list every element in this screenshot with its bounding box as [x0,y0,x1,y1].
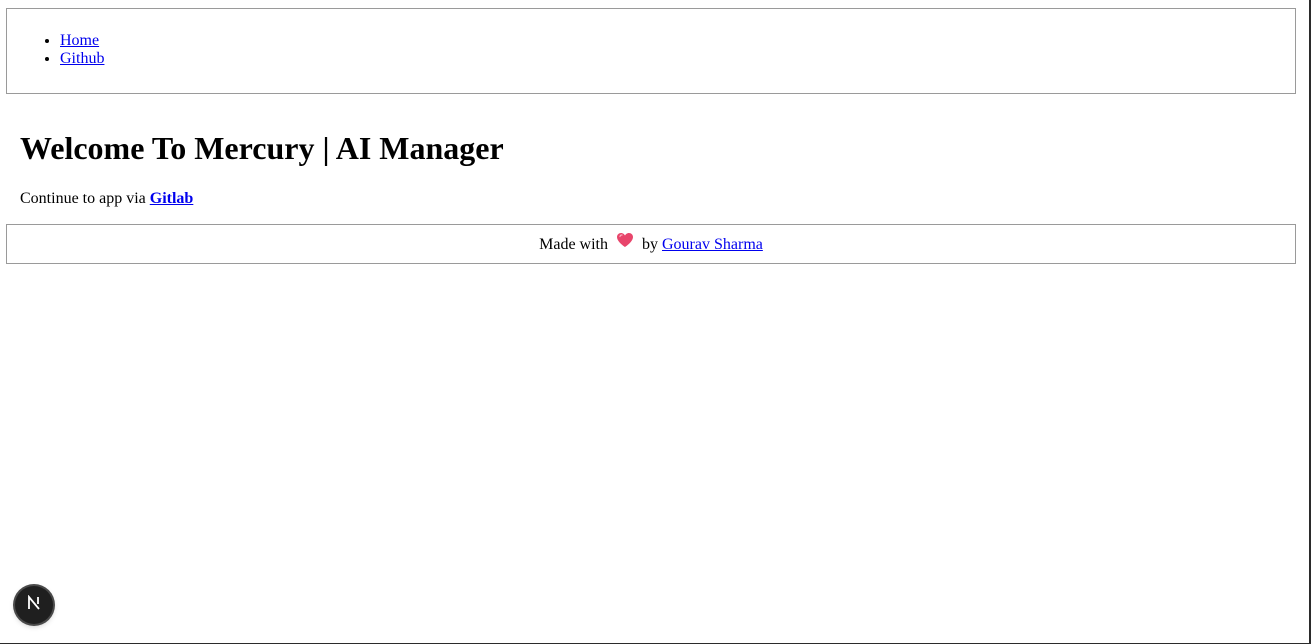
nextjs-dev-badge[interactable] [15,586,53,624]
nav-item-github: Github [60,50,104,68]
author-link[interactable]: Gourav Sharma [662,236,763,253]
nav-bar: Home Github [6,8,1296,94]
nav-item-home: Home [60,32,104,50]
nav-list: Home Github [60,32,104,68]
continue-text: Continue to app via Gitlab [20,189,193,209]
heart-icon [616,225,634,263]
page-title: Welcome To Mercury | AI Manager [20,130,504,166]
footer-prefix: Made with [539,236,608,254]
footer-by: by [642,236,658,254]
gitlab-link[interactable]: Gitlab [150,190,194,207]
github-link[interactable]: Github [60,50,104,67]
home-link[interactable]: Home [60,32,99,49]
nextjs-icon [26,594,42,616]
page: Home Github Welcome To Mercury | AI Mana… [0,0,1311,644]
continue-prefix: Continue to app via [20,190,150,207]
footer: Made with by Gourav Sharma [6,224,1296,264]
